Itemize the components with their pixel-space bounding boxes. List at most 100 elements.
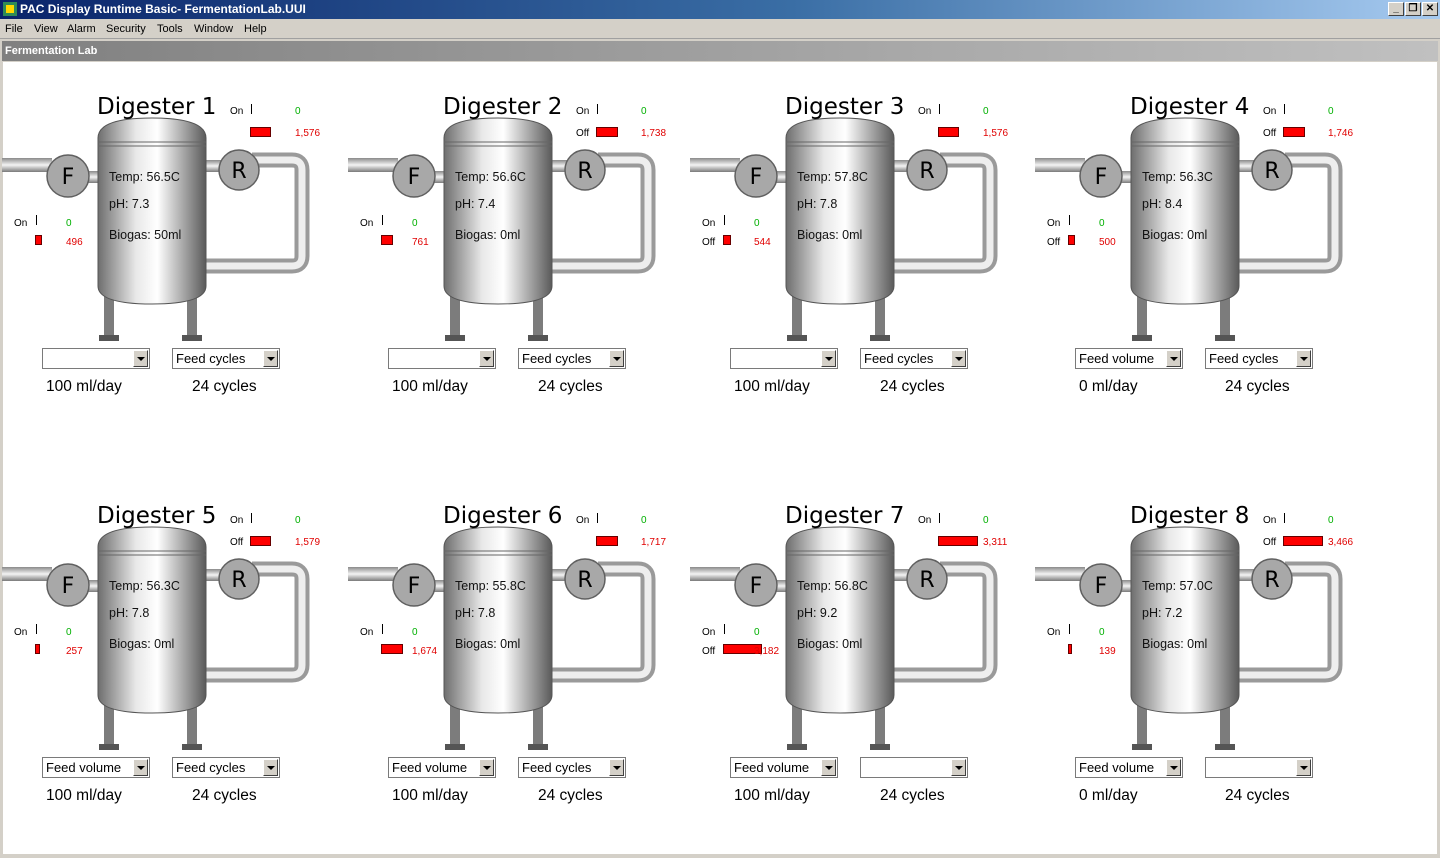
feed-cycles-dropdown[interactable] <box>860 757 968 778</box>
ph-readout: pH: 7.8 <box>109 606 150 620</box>
menu-view[interactable]: View <box>34 20 58 38</box>
feed-volume-dropdown[interactable]: Feed volume <box>1075 757 1183 778</box>
ph-readout: pH: 7.4 <box>455 197 496 211</box>
feeder-off-count: 1,674 <box>412 646 438 657</box>
menu-help[interactable]: Help <box>244 20 267 38</box>
feed-volume-dropdown[interactable]: Feed volume <box>730 757 838 778</box>
feed-volume-dropdown[interactable] <box>42 348 150 369</box>
recirc-on-count: 0 <box>983 106 989 117</box>
digester-title: Digester 5 <box>97 503 217 529</box>
temperature-readout: Temp: 56.8C <box>797 579 868 593</box>
chevron-down-icon[interactable] <box>133 759 148 776</box>
tank-foot <box>528 744 548 750</box>
tank-foot <box>445 744 465 750</box>
recirc-pump-label: R <box>919 159 934 184</box>
digester-title: Digester 6 <box>443 503 563 529</box>
feed-cycles-selected: Feed cycles <box>176 760 246 775</box>
recirc-off-count: 1,576 <box>295 128 321 139</box>
chevron-down-icon[interactable] <box>1166 350 1181 367</box>
recirc-off-bar <box>596 536 618 546</box>
temperature-readout: Temp: 55.8C <box>455 579 526 593</box>
feed-volume-dropdown[interactable]: Feed volume <box>42 757 150 778</box>
feeder-on-count: 0 <box>66 627 72 638</box>
feeder-off-bar <box>381 644 403 654</box>
chevron-down-icon[interactable] <box>609 350 624 367</box>
digester-title: Digester 2 <box>443 94 563 120</box>
chevron-down-icon[interactable] <box>951 350 966 367</box>
digester-panel-5: F R Digester 5 Temp: 56.3C pH: 7.8 Bioga… <box>2 487 320 817</box>
feed-volume-dropdown[interactable]: Feed volume <box>1075 348 1183 369</box>
digester-title: Digester 1 <box>97 94 217 120</box>
recirc-on-indicator <box>597 513 598 523</box>
feed-volume-dropdown[interactable] <box>730 348 838 369</box>
feed-volume-selected: Feed volume <box>392 760 468 775</box>
feed-cycles-selected: Feed cycles <box>522 760 592 775</box>
recirc-on-label: On <box>576 515 590 526</box>
feed-cycles-dropdown[interactable]: Feed cycles <box>518 757 626 778</box>
feeder-off-count: 139 <box>1099 646 1116 657</box>
tank-foot <box>528 335 548 341</box>
feeder-off-bar <box>35 235 42 245</box>
chevron-down-icon[interactable] <box>609 759 624 776</box>
tank-foot <box>182 335 202 341</box>
feeder-off-label: Off <box>702 646 716 657</box>
feed-cycles-value: 24 cycles <box>192 787 257 804</box>
feed-cycles-dropdown[interactable]: Feed cycles <box>518 348 626 369</box>
feed-volume-value: 100 ml/day <box>734 378 810 395</box>
chevron-down-icon[interactable] <box>1296 350 1311 367</box>
feed-cycles-dropdown[interactable]: Feed cycles <box>172 757 280 778</box>
document-title: Fermentation Lab <box>2 41 1438 61</box>
chevron-down-icon[interactable] <box>951 759 966 776</box>
recirc-on-indicator <box>939 513 940 523</box>
tank-foot <box>182 744 202 750</box>
recirc-pump-label: R <box>1264 159 1279 184</box>
feeder-pump-label: F <box>750 165 763 190</box>
feed-volume-value: 100 ml/day <box>46 378 122 395</box>
menu-file[interactable]: File <box>5 20 23 38</box>
menu-alarm[interactable]: Alarm <box>67 20 96 38</box>
feeder-pump-label: F <box>408 165 421 190</box>
recirc-off-count: 3,311 <box>983 537 1008 548</box>
recirc-off-count: 1,746 <box>1328 128 1354 139</box>
menu-window[interactable]: Window <box>194 20 233 38</box>
feed-volume-dropdown[interactable] <box>388 348 496 369</box>
feed-cycles-dropdown[interactable]: Feed cycles <box>1205 348 1313 369</box>
menu-security[interactable]: Security <box>106 20 146 38</box>
ph-readout: pH: 7.8 <box>797 197 838 211</box>
tank-foot <box>787 744 807 750</box>
feeder-pump-label: F <box>62 165 75 190</box>
minimize-button[interactable]: _ <box>1388 2 1404 16</box>
recirc-on-indicator <box>251 104 252 114</box>
chevron-down-icon[interactable] <box>1296 759 1311 776</box>
menu-tools[interactable]: Tools <box>157 20 183 38</box>
feeder-on-count: 0 <box>412 218 418 229</box>
feed-cycles-dropdown[interactable]: Feed cycles <box>172 348 280 369</box>
temperature-readout: Temp: 56.3C <box>1142 170 1213 184</box>
chevron-down-icon[interactable] <box>263 350 278 367</box>
app-icon <box>3 2 17 16</box>
feeder-on-label: On <box>360 627 374 638</box>
feeder-pump-label: F <box>62 574 75 599</box>
feed-cycles-dropdown[interactable] <box>1205 757 1313 778</box>
feed-cycles-value: 24 cycles <box>192 378 257 395</box>
recirc-on-label: On <box>230 515 244 526</box>
chevron-down-icon[interactable] <box>821 759 836 776</box>
chevron-down-icon[interactable] <box>133 350 148 367</box>
chevron-down-icon[interactable] <box>263 759 278 776</box>
feeder-on-indicator <box>36 624 37 634</box>
close-button[interactable]: ✕ <box>1422 2 1438 16</box>
restore-button[interactable]: ❐ <box>1405 2 1421 16</box>
chevron-down-icon[interactable] <box>1166 759 1181 776</box>
feeder-off-count: 761 <box>412 237 429 248</box>
feeder-off-bar <box>723 235 731 245</box>
feeder-on-indicator <box>1069 624 1070 634</box>
feed-volume-selected: Feed volume <box>46 760 122 775</box>
recirc-on-label: On <box>576 106 590 117</box>
chevron-down-icon[interactable] <box>479 350 494 367</box>
chevron-down-icon[interactable] <box>479 759 494 776</box>
feeder-on-count: 0 <box>754 627 760 638</box>
feed-volume-dropdown[interactable]: Feed volume <box>388 757 496 778</box>
recirc-on-indicator <box>251 513 252 523</box>
chevron-down-icon[interactable] <box>821 350 836 367</box>
feed-cycles-dropdown[interactable]: Feed cycles <box>860 348 968 369</box>
